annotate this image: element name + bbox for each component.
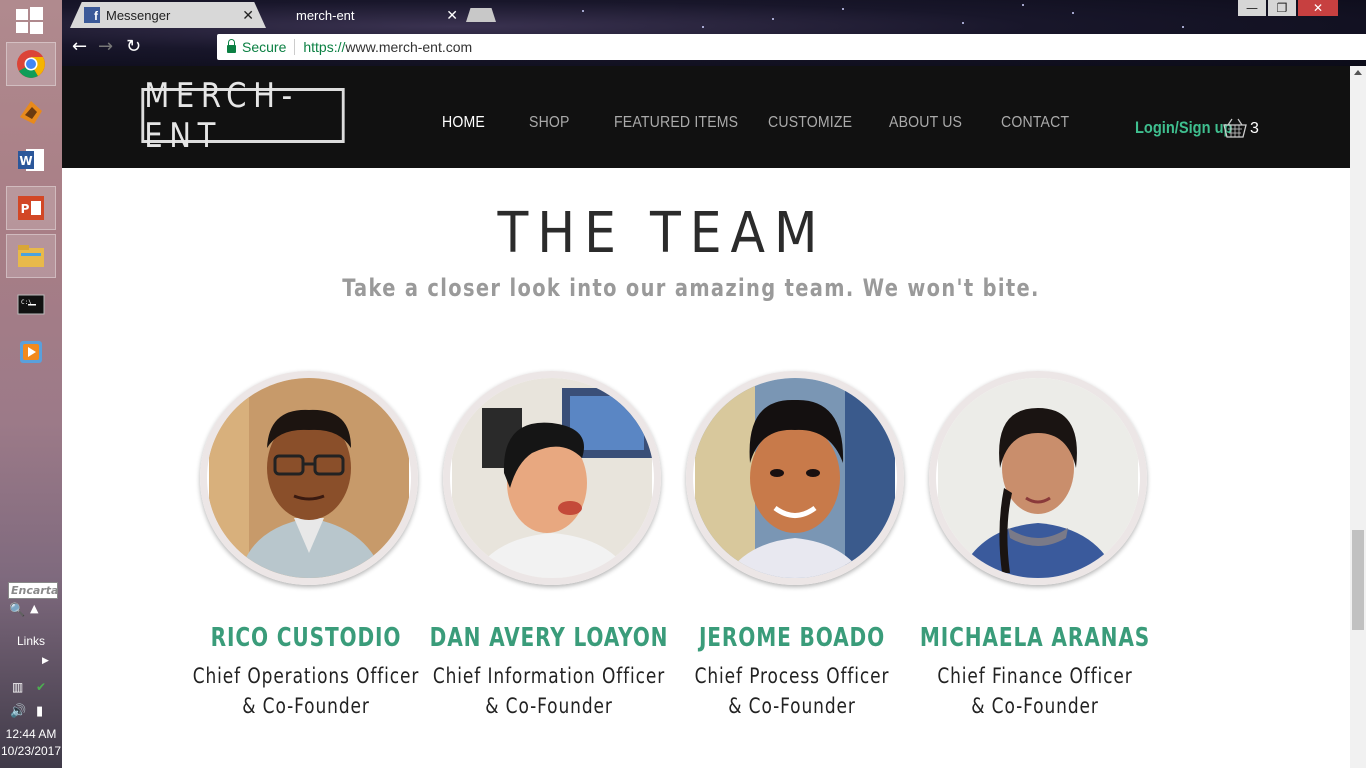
- page-scrollbar[interactable]: [1350, 66, 1366, 768]
- member-name: RICO CUSTODIO: [210, 623, 402, 653]
- security-shield-icon[interactable]: ✔: [36, 680, 46, 694]
- winamp-icon: [20, 101, 42, 124]
- member-role-line: & Co-Founder: [971, 694, 1099, 718]
- forward-button[interactable]: →: [98, 36, 113, 57]
- login-signup-link[interactable]: Login/Sign up: [1135, 118, 1232, 138]
- scrollbar-thumb[interactable]: [1352, 530, 1364, 630]
- url-scheme: https://: [303, 39, 346, 55]
- svg-text:W: W: [19, 154, 32, 168]
- facebook-icon: f: [84, 7, 100, 23]
- taskbar-file-explorer[interactable]: [6, 234, 56, 278]
- tab-title: merch-ent: [296, 7, 355, 23]
- taskbar-chrome[interactable]: [6, 42, 56, 86]
- nav-contact[interactable]: CONTACT: [1001, 114, 1069, 132]
- nav-shop[interactable]: SHOP: [529, 114, 570, 132]
- member-portrait-image: [695, 378, 895, 578]
- powerpoint-icon: P: [18, 196, 44, 220]
- reload-button[interactable]: ↻: [126, 36, 141, 57]
- taskbar-word[interactable]: W: [6, 138, 56, 182]
- browser-chrome: f Messenger ✕ merch-ent ✕ — ❐ ✕ ← → ↻ Se…: [62, 0, 1366, 66]
- windows-start-button[interactable]: [14, 6, 44, 34]
- nav-customize[interactable]: CUSTOMIZE: [768, 114, 852, 132]
- encarta-search-input[interactable]: Encarta: [8, 582, 58, 599]
- word-icon: W: [18, 149, 44, 171]
- minimize-button[interactable]: —: [1238, 0, 1266, 16]
- clock-time[interactable]: 12:44 AM: [0, 727, 62, 741]
- member-photo: [200, 371, 418, 585]
- secure-label[interactable]: Secure: [242, 39, 286, 55]
- chevron-right-icon[interactable]: ▶: [42, 656, 49, 666]
- new-tab-button[interactable]: [466, 8, 496, 22]
- member-photo: [443, 371, 661, 585]
- network-icon[interactable]: ▥: [12, 680, 23, 694]
- links-toolbar-label[interactable]: Links: [0, 634, 62, 648]
- nav-home[interactable]: HOME: [442, 114, 485, 132]
- battery-icon[interactable]: ▮: [36, 704, 43, 719]
- tab-messenger[interactable]: f Messenger ✕: [70, 2, 266, 28]
- close-tab-icon[interactable]: ✕: [446, 7, 458, 24]
- member-photo: [929, 371, 1147, 585]
- member-portrait-image: [938, 378, 1138, 578]
- url-host: www.merch-ent.com: [345, 39, 473, 55]
- member-name: JEROME BOADO: [698, 623, 886, 653]
- member-photo: [686, 371, 904, 585]
- taskbar-powerpoint[interactable]: P: [6, 186, 56, 230]
- chrome-icon: [17, 50, 45, 78]
- search-icon[interactable]: 🔍: [9, 603, 25, 618]
- scroll-up-arrow-icon[interactable]: [1354, 70, 1362, 75]
- member-name: MICHAELA ARANAS: [919, 623, 1151, 653]
- taskbar-media-player[interactable]: [6, 330, 56, 374]
- member-portrait-image: [452, 378, 652, 578]
- site-logo[interactable]: MERCH-ENT: [141, 76, 345, 156]
- back-button[interactable]: ←: [72, 36, 87, 57]
- command-prompt-icon: C:\: [17, 294, 45, 315]
- divider: [294, 39, 296, 55]
- member-role-line: Chief Finance Officer: [937, 664, 1133, 688]
- close-tab-icon[interactable]: ✕: [242, 7, 254, 24]
- member-name: DAN AVERY LOAYON: [429, 623, 669, 653]
- file-explorer-icon: [18, 245, 44, 267]
- team-subtitle: Take a closer look into our amazing team…: [342, 274, 1040, 302]
- member-role: Chief Finance Officer & Co-Founder: [891, 661, 1179, 721]
- address-bar[interactable]: Secure https:// www.merch-ent.com ☆: [217, 34, 1366, 60]
- svg-text:P: P: [21, 202, 30, 216]
- lock-icon[interactable]: [227, 39, 236, 53]
- taskbar: W P C:\ Encarta 🔍 ▲ Links ▶ ▥ ✔ 🔊 ▮ 12:4…: [0, 0, 62, 768]
- tab-merch-ent[interactable]: merch-ent ✕: [280, 2, 470, 28]
- chevron-up-icon[interactable]: ▲: [30, 602, 38, 615]
- page-content: MERCH-ENT HOME SHOP FEATURED ITEMS CUSTO…: [62, 66, 1350, 768]
- volume-icon[interactable]: 🔊: [10, 704, 26, 719]
- nav-featured-items[interactable]: FEATURED ITEMS: [614, 114, 738, 132]
- member-portrait-image: [209, 378, 409, 578]
- site-header: MERCH-ENT HOME SHOP FEATURED ITEMS CUSTO…: [62, 66, 1350, 168]
- restore-button[interactable]: ❐: [1268, 0, 1296, 16]
- close-window-button[interactable]: ✕: [1298, 0, 1338, 16]
- shopping-basket-icon[interactable]: [1222, 116, 1248, 140]
- cart-count[interactable]: 3: [1250, 120, 1259, 138]
- team-title: THE TEAM: [497, 201, 827, 266]
- clock-date[interactable]: 10/23/2017: [0, 744, 62, 758]
- taskbar-winamp[interactable]: [6, 90, 56, 134]
- media-player-icon: [20, 341, 42, 363]
- nav-about-us[interactable]: ABOUT US: [889, 114, 962, 132]
- tab-title: Messenger: [106, 7, 171, 23]
- taskbar-command-prompt[interactable]: C:\: [6, 282, 56, 326]
